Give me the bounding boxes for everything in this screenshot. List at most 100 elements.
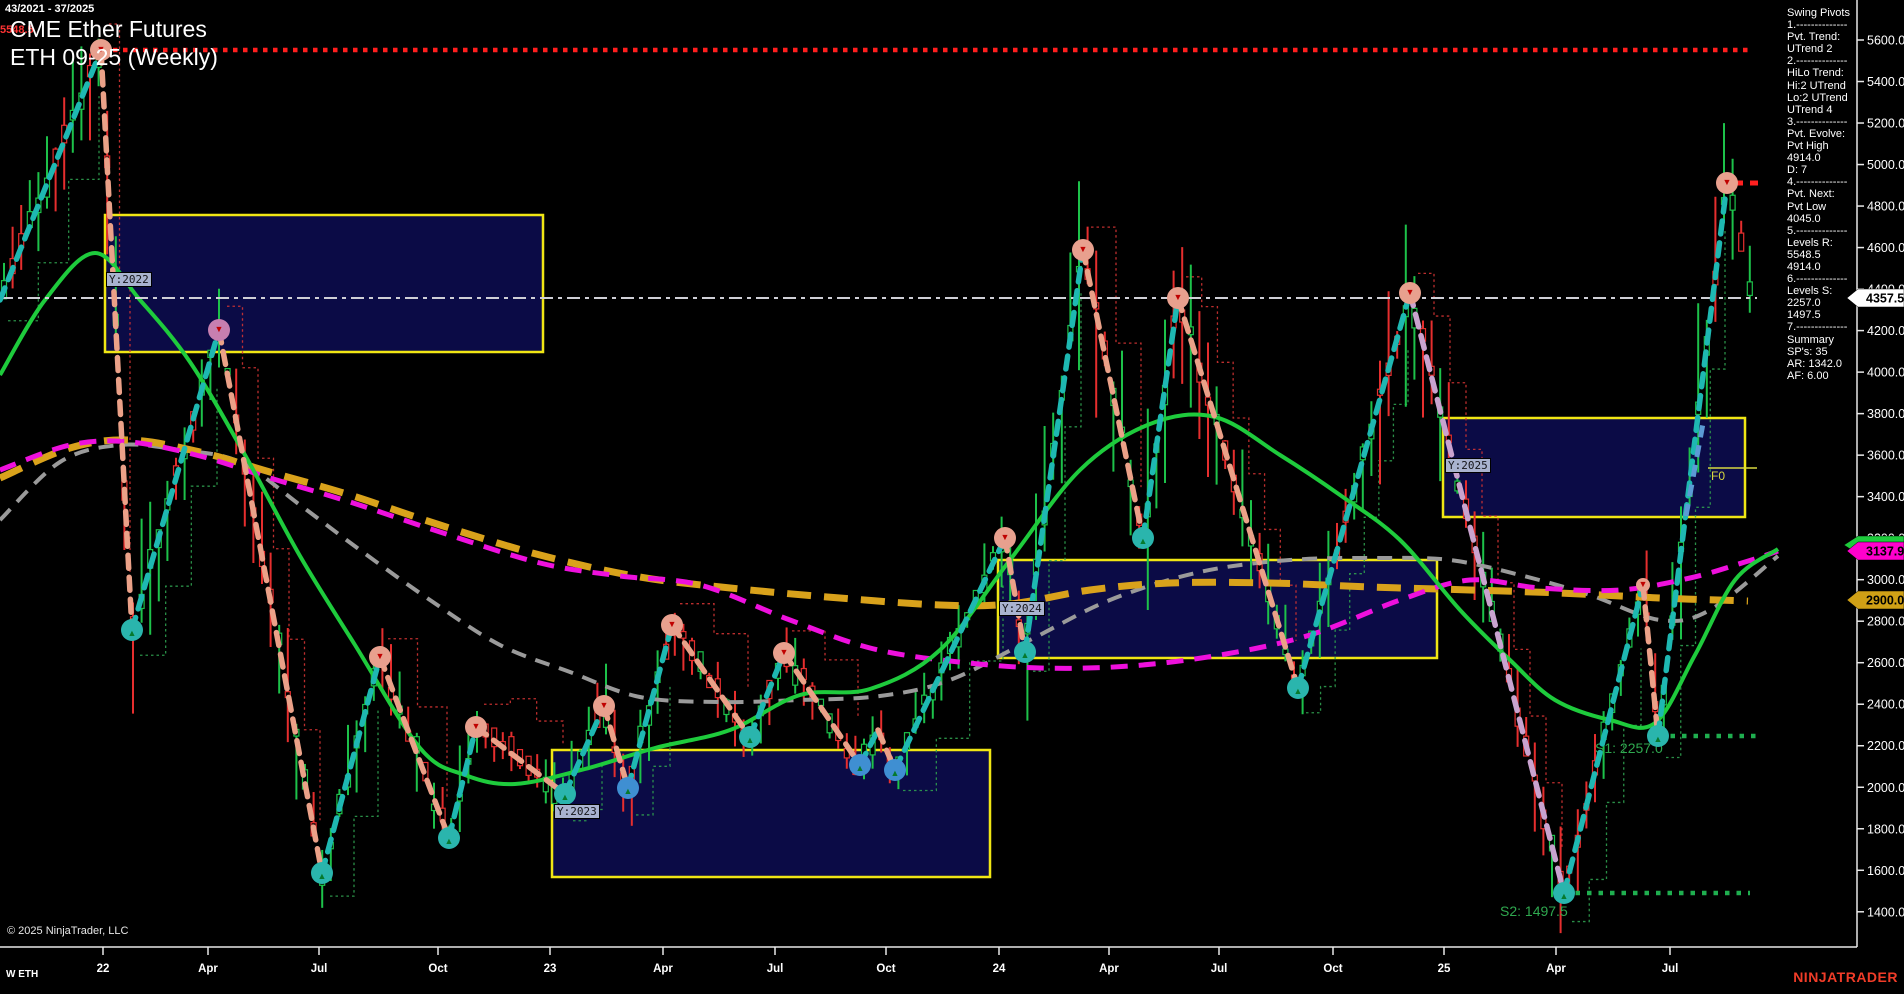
copyright-text: © 2025 NinjaTrader, LLC: [7, 925, 128, 937]
price-tick-label: 5600.0: [1867, 34, 1904, 48]
pivot-up-arrow-icon: ▲: [1139, 536, 1148, 546]
price-tick-label: 1600.0: [1867, 864, 1904, 878]
panel-line: 7.--------------: [1787, 321, 1859, 333]
panel-line: Swing Pivots: [1787, 7, 1859, 19]
panel-line: Pvt. Trend:: [1787, 31, 1859, 43]
panel-line: 4045.0: [1787, 213, 1859, 225]
price-tick-label: 5000.0: [1867, 158, 1904, 172]
pivot-down-arrow-icon: ▼: [215, 324, 224, 334]
pivot-down-arrow-icon: ▼: [1406, 287, 1415, 297]
price-chart-canvas[interactable]: 5548.5S1: 2257.0S2: 1497.5F0▼▲▼▲▼▲▼▲▼▲▼▲…: [0, 0, 1904, 994]
price-tick-label: 4600.0: [1867, 241, 1904, 255]
chart-title-line2: ETH 09-25 (Weekly): [10, 43, 218, 71]
candle-body: [1747, 282, 1752, 296]
year-box-label-y2025: Y:2025: [1445, 458, 1491, 473]
pivot-up-arrow-icon: ▲: [624, 786, 633, 796]
time-tick-label: Oct: [428, 963, 447, 975]
time-tick-label: Oct: [1323, 963, 1342, 975]
panel-line: 6.--------------: [1787, 273, 1859, 285]
pivot-down-arrow-icon: ▼: [1079, 244, 1088, 254]
time-tick-label: Jul: [767, 963, 784, 975]
pivot-up-arrow-icon: ▲: [856, 763, 865, 773]
pivot-down-arrow-icon: ▼: [600, 700, 609, 710]
candle-body: [819, 699, 824, 705]
price-tick-label: 1400.0: [1867, 905, 1904, 919]
price-tick-label: 3800.0: [1867, 407, 1904, 421]
candle-body: [1730, 195, 1735, 210]
panel-line: 5.--------------: [1787, 225, 1859, 237]
year-box: [105, 215, 543, 352]
panel-line: 4.--------------: [1787, 176, 1859, 188]
date-range-text: 43/2021 - 37/2025: [5, 3, 94, 15]
panel-line: 5548.5: [1787, 249, 1859, 261]
zigzag-up-leg: [750, 653, 784, 737]
price-tick-label: 2800.0: [1867, 615, 1904, 629]
pivot-up-arrow-icon: ▲: [1560, 891, 1569, 901]
time-tick-label: 22: [97, 963, 110, 975]
time-tick-label: 25: [1438, 963, 1451, 975]
price-tick-label: 5400.0: [1867, 75, 1904, 89]
pivot-up-arrow-icon: ▲: [128, 628, 137, 638]
panel-line: 3.--------------: [1787, 116, 1859, 128]
price-tick-label: 4200.0: [1867, 324, 1904, 338]
price-axis[interactable]: 5600.05400.05200.05000.04800.04600.04400…: [1857, 0, 1904, 947]
panel-line: Pvt. Evolve:: [1787, 128, 1859, 140]
panel-line: UTrend 4: [1787, 104, 1859, 116]
ninjatrader-watermark: NINJATRADER: [1793, 969, 1898, 985]
trailing-stop-red: [1418, 273, 1562, 849]
zigzag-down-leg: [784, 653, 860, 765]
chart-title: CME Ether Futures ETH 09-25 (Weekly): [10, 15, 218, 71]
price-marker-value: 4357.5: [1866, 292, 1904, 306]
panel-line: 2257.0: [1787, 297, 1859, 309]
time-tick-label: Jul: [311, 963, 328, 975]
panel-line: AF: 6.00: [1787, 370, 1859, 382]
panel-line: D: 7: [1787, 164, 1859, 176]
chart-title-line1: CME Ether Futures: [10, 15, 218, 43]
panel-line: HiLo Trend:: [1787, 67, 1859, 79]
panel-line: 2.--------------: [1787, 55, 1859, 67]
time-tick-label: 24: [993, 963, 1006, 975]
trailing-stop-red: [1091, 227, 1141, 487]
panel-line: Pvt. Next:: [1787, 188, 1859, 200]
price-tick-label: 3400.0: [1867, 490, 1904, 504]
price-tick-label: 4000.0: [1867, 366, 1904, 380]
time-tick-label: Apr: [1546, 963, 1566, 975]
pivot-up-arrow-icon: ▲: [445, 836, 454, 846]
panel-line: UTrend 2: [1787, 43, 1859, 55]
year-box-label-y2024: Y:2024: [999, 601, 1045, 616]
pivot-down-arrow-icon: ▼: [1639, 579, 1648, 589]
pivot-up-arrow-icon: ▲: [746, 735, 755, 745]
year-box-label-y2022: Y:2022: [106, 272, 152, 287]
time-tick-label: Jul: [1662, 963, 1679, 975]
pivot-up-arrow-icon: ▲: [1654, 734, 1663, 744]
price-tick-label: 4800.0: [1867, 200, 1904, 214]
candle-body: [1739, 233, 1744, 251]
panel-line: Summary: [1787, 334, 1859, 346]
panel-line: Pvt High: [1787, 140, 1859, 152]
panel-line: Levels S:: [1787, 285, 1859, 297]
pivot-up-arrow-icon: ▲: [1294, 686, 1303, 696]
pivot-up-arrow-icon: ▲: [318, 871, 327, 881]
price-marker-value: 2900.0: [1866, 594, 1904, 608]
ninjatrader-chart-window: { "header": { "range": "43/2021 - 37/202…: [0, 0, 1904, 994]
time-axis[interactable]: 22AprJulOct23AprJulOct24AprJulOct25AprJu…: [0, 947, 1857, 975]
price-tick-label: 3600.0: [1867, 449, 1904, 463]
year-box: [552, 750, 990, 877]
price-tick-label: 2400.0: [1867, 698, 1904, 712]
swing-pivots-panel: Swing Pivots1.--------------Pvt. Trend:U…: [1787, 7, 1859, 382]
panel-line: 4914.0: [1787, 152, 1859, 164]
zigzag-up-leg: [132, 330, 219, 630]
price-marker-value: 3137.9: [1866, 545, 1904, 559]
panel-line: AR: 1342.0: [1787, 358, 1859, 370]
zigzag-up-leg: [322, 657, 380, 873]
zigzag-down-leg: [219, 330, 322, 873]
panel-line: 1497.5: [1787, 309, 1859, 321]
pivot-down-arrow-icon: ▼: [376, 651, 385, 661]
instrument-label: W ETH: [6, 969, 38, 980]
time-tick-label: Apr: [653, 963, 673, 975]
time-tick-label: Apr: [198, 963, 218, 975]
pivot-down-arrow-icon: ▼: [780, 647, 789, 657]
panel-line: 1.--------------: [1787, 19, 1859, 31]
pivot-down-arrow-icon: ▼: [1174, 292, 1183, 302]
pivot-up-arrow-icon: ▲: [1021, 650, 1030, 660]
